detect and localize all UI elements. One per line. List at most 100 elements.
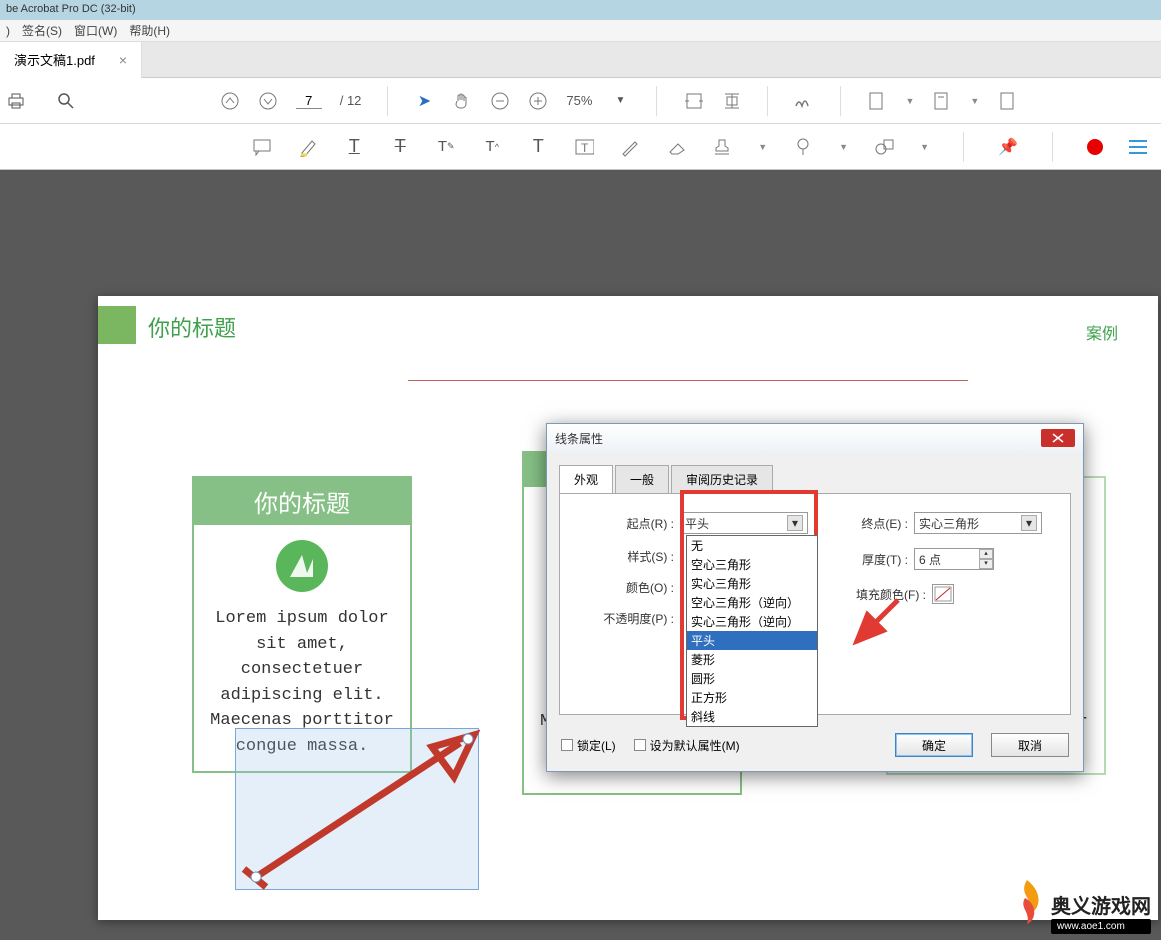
sign-icon[interactable] bbox=[794, 91, 814, 111]
zoom-out-icon[interactable] bbox=[490, 91, 510, 111]
section-marker bbox=[98, 306, 136, 344]
divider bbox=[656, 86, 657, 116]
page-up-icon[interactable] bbox=[220, 91, 240, 111]
pointer-icon[interactable]: ➤ bbox=[414, 91, 434, 111]
option-none[interactable]: 无 bbox=[687, 536, 817, 555]
ok-button[interactable]: 确定 bbox=[895, 733, 973, 757]
tab-general[interactable]: 一般 bbox=[615, 465, 669, 494]
page-subtitle: 案例 bbox=[1086, 320, 1118, 344]
default-checkbox[interactable]: 设为默认属性(M) bbox=[634, 737, 740, 754]
menu-item-help[interactable]: 帮助(H) bbox=[129, 22, 170, 39]
page-tool2-icon[interactable] bbox=[932, 91, 952, 111]
zoom-in-icon[interactable] bbox=[528, 91, 548, 111]
chevron-down-icon[interactable]: ▾ bbox=[1021, 515, 1037, 531]
page-total: / 12 bbox=[340, 93, 362, 108]
divider bbox=[767, 86, 768, 116]
page-tool-icon[interactable] bbox=[867, 91, 887, 111]
zoom-level[interactable]: 75% bbox=[566, 93, 592, 108]
app-title: be Acrobat Pro DC (32-bit) bbox=[6, 3, 136, 15]
close-icon[interactable]: × bbox=[119, 52, 127, 68]
card-title: 你的标题 bbox=[194, 478, 410, 525]
dialog-tabs: 外观 一般 审阅历史记录 bbox=[559, 464, 1071, 493]
label-end: 终点(E) : bbox=[844, 515, 914, 532]
label-color: 颜色(O) : bbox=[572, 579, 680, 596]
page-title: 你的标题 bbox=[148, 311, 236, 343]
pin-icon[interactable]: 📌 bbox=[998, 137, 1018, 157]
shapes-icon[interactable] bbox=[874, 137, 894, 157]
page-tool3-icon[interactable] bbox=[997, 91, 1017, 111]
window-titlebar: be Acrobat Pro DC (32-bit) bbox=[0, 0, 1161, 20]
label-fillcolor: 填充颜色(F) : bbox=[844, 586, 932, 603]
eraser-icon[interactable] bbox=[666, 137, 686, 157]
label-thickness: 厚度(T) : bbox=[844, 551, 914, 568]
chevron-down-icon[interactable]: ▼ bbox=[758, 142, 767, 152]
option-diamond[interactable]: 菱形 bbox=[687, 650, 817, 669]
menu-item-window[interactable]: 窗口(W) bbox=[74, 22, 117, 39]
line-weight-icon[interactable] bbox=[1129, 140, 1147, 154]
menu-item-sign[interactable]: 签名(S) bbox=[22, 22, 62, 39]
tab-appearance[interactable]: 外观 bbox=[559, 465, 613, 494]
chevron-down-icon[interactable]: ▼ bbox=[920, 142, 929, 152]
divider bbox=[387, 86, 388, 116]
fill-color-swatch[interactable] bbox=[932, 584, 954, 604]
tab-document[interactable]: 演示文稿1.pdf × bbox=[0, 42, 142, 78]
text-note-icon[interactable]: T✎ bbox=[436, 137, 456, 157]
thickness-spinner[interactable]: 6 点 ▴▾ bbox=[914, 548, 994, 570]
end-combo[interactable]: 实心三角形 ▾ bbox=[914, 512, 1042, 534]
close-button[interactable] bbox=[1041, 429, 1075, 447]
spin-down-icon[interactable]: ▾ bbox=[979, 559, 993, 569]
pencil-icon[interactable] bbox=[620, 137, 640, 157]
textbox-icon[interactable]: T bbox=[574, 137, 594, 157]
option-solid-tri[interactable]: 实心三角形 bbox=[687, 574, 817, 593]
option-solid-tri-rev[interactable]: 实心三角形（逆向） bbox=[687, 612, 817, 631]
underline-icon[interactable]: T bbox=[344, 137, 364, 157]
line-arrow-annotation[interactable] bbox=[236, 729, 480, 891]
label-opacity: 不透明度(P) : bbox=[572, 610, 680, 627]
option-square[interactable]: 正方形 bbox=[687, 688, 817, 707]
print-icon[interactable] bbox=[6, 91, 26, 111]
option-open-tri-rev[interactable]: 空心三角形（逆向） bbox=[687, 593, 817, 612]
option-slash[interactable]: 斜线 bbox=[687, 707, 817, 726]
chevron-down-icon[interactable]: ▼ bbox=[905, 96, 914, 106]
option-butt[interactable]: 平头 bbox=[687, 631, 817, 650]
highlight-icon[interactable] bbox=[298, 137, 318, 157]
dialog-titlebar[interactable]: 线条属性 bbox=[547, 424, 1083, 452]
cancel-button[interactable]: 取消 bbox=[991, 733, 1069, 757]
page-number-input[interactable] bbox=[296, 93, 322, 109]
watermark-url: www.aoe1.com bbox=[1051, 919, 1151, 934]
document-canvas[interactable]: 你的标题 案例 你的标题 Lorem ipsum dolor sit amet,… bbox=[0, 170, 1161, 940]
divider bbox=[840, 86, 841, 116]
color-picker-icon[interactable] bbox=[1087, 139, 1103, 155]
menu-bar: ) 签名(S) 窗口(W) 帮助(H) bbox=[0, 20, 1161, 42]
dialog-title: 线条属性 bbox=[555, 430, 603, 447]
stamp-icon[interactable] bbox=[712, 137, 732, 157]
watermark: 奥义游戏网 www.aoe1.com bbox=[1007, 878, 1151, 934]
label-style: 样式(S) : bbox=[572, 548, 680, 565]
chevron-down-icon[interactable]: ▼ bbox=[610, 91, 630, 111]
svg-text:T: T bbox=[581, 141, 589, 155]
flame-icon bbox=[1007, 878, 1047, 934]
page-down-icon[interactable] bbox=[258, 91, 278, 111]
fit-height-icon[interactable] bbox=[721, 91, 741, 111]
dialog-footer: 锁定(L) 设为默认属性(M) 确定 取消 bbox=[547, 727, 1083, 771]
spin-up-icon[interactable]: ▴ bbox=[979, 549, 993, 559]
chevron-down-icon[interactable]: ▼ bbox=[839, 142, 848, 152]
text-insert-icon[interactable]: T^ bbox=[482, 137, 502, 157]
start-dropdown-list[interactable]: 无 空心三角形 实心三角形 空心三角形（逆向） 实心三角形（逆向） 平头 菱形 … bbox=[686, 535, 818, 727]
label-start: 起点(R) : bbox=[572, 515, 680, 532]
text-icon[interactable]: T bbox=[528, 137, 548, 157]
strikethrough-icon[interactable]: T bbox=[390, 137, 410, 157]
annotation-selection[interactable] bbox=[235, 728, 479, 890]
chevron-down-icon[interactable]: ▼ bbox=[970, 96, 979, 106]
menu-item[interactable]: ) bbox=[6, 24, 10, 38]
document-tabs: 演示文稿1.pdf × bbox=[0, 42, 1161, 78]
end-value: 实心三角形 bbox=[919, 515, 979, 532]
attach-icon[interactable] bbox=[793, 137, 813, 157]
comment-icon[interactable] bbox=[252, 137, 272, 157]
fit-width-icon[interactable] bbox=[683, 91, 703, 111]
option-open-tri[interactable]: 空心三角形 bbox=[687, 555, 817, 574]
lock-checkbox[interactable]: 锁定(L) bbox=[561, 737, 616, 754]
search-icon[interactable] bbox=[56, 91, 76, 111]
hand-icon[interactable] bbox=[452, 91, 472, 111]
option-circle[interactable]: 圆形 bbox=[687, 669, 817, 688]
